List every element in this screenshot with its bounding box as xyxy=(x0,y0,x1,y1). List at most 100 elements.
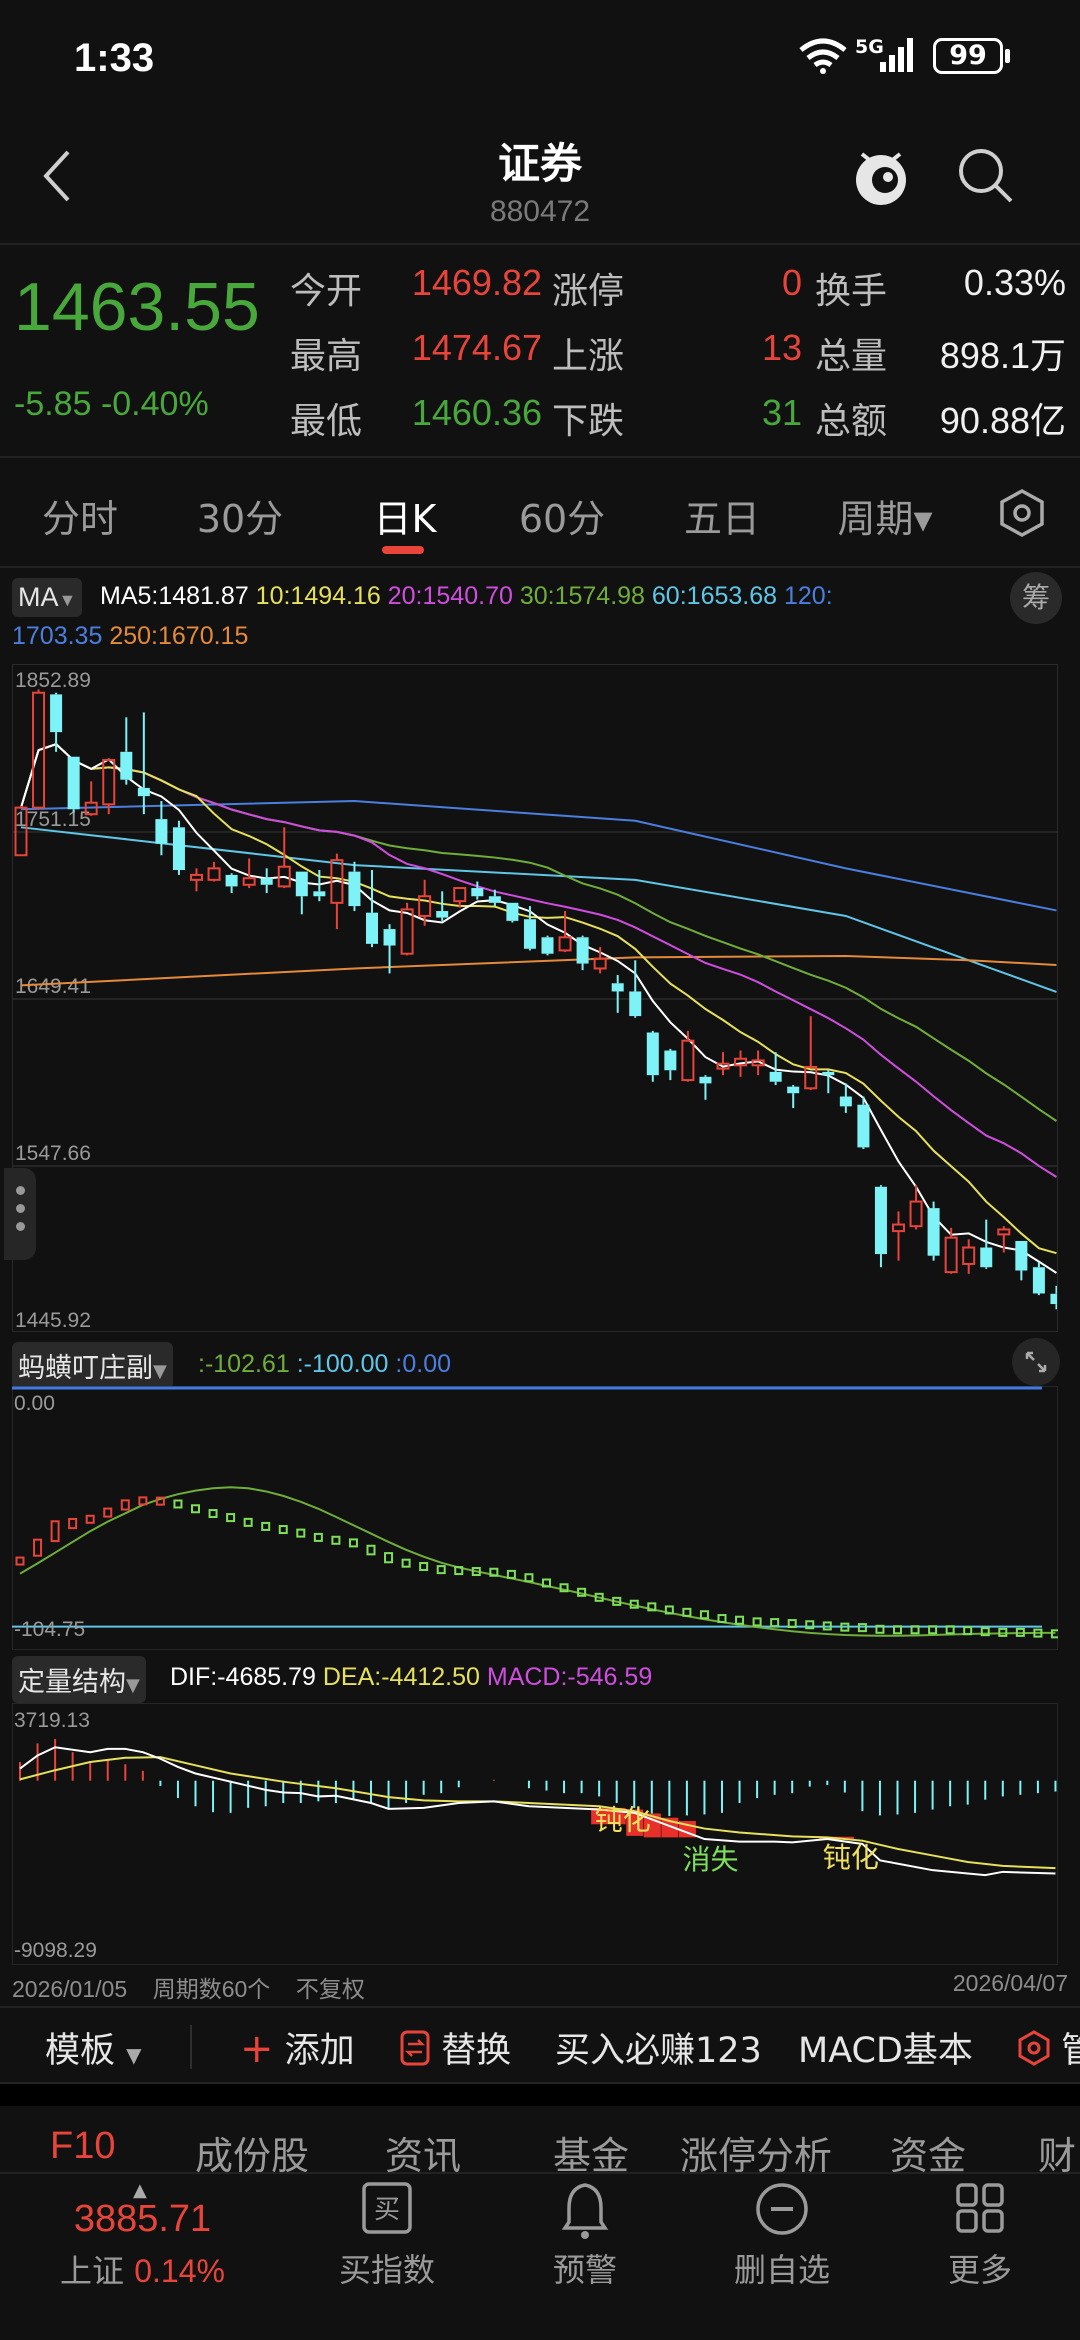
change-value: -5.85 xyxy=(14,385,92,423)
mascot-icon[interactable] xyxy=(848,140,914,210)
battery-indicator: 99 xyxy=(933,38,1003,74)
indicator-box xyxy=(278,1525,288,1535)
grid-icon[interactable] xyxy=(955,2182,1005,2234)
tab-30min[interactable]: 30分 xyxy=(197,488,283,543)
nav-more[interactable]: 更多 xyxy=(948,2245,1012,2291)
quote-label: 今开 xyxy=(290,271,363,312)
indicator-box xyxy=(120,1499,130,1511)
ma30-value: 30:1574.98 xyxy=(519,582,645,610)
battery-level: 99 xyxy=(949,40,987,71)
indicator-shortcut-1[interactable]: 买入必赚123 xyxy=(555,2022,762,2073)
side-drawer-handle[interactable] xyxy=(4,1168,36,1260)
search-icon[interactable] xyxy=(955,145,1015,205)
index-percent: 0.14% xyxy=(134,2253,225,2289)
candle-body xyxy=(558,936,572,952)
adjust-mode[interactable]: 不复权 xyxy=(296,1976,365,2002)
quote-value: 90.88亿 xyxy=(939,400,1066,441)
tab-fenshi[interactable]: 分时 xyxy=(42,488,118,543)
candle-body xyxy=(1032,1267,1045,1294)
candle-body xyxy=(874,1186,887,1255)
template-dropdown[interactable]: 模板 ▼ xyxy=(45,2022,142,2073)
tab-period-dropdown[interactable]: 周期▾ xyxy=(837,488,932,543)
buy-icon[interactable]: 买 xyxy=(362,2182,412,2234)
tab-5day[interactable]: 五日 xyxy=(684,488,760,543)
template-label: 模板 xyxy=(45,2031,116,2071)
candle-body xyxy=(822,1071,835,1076)
dropdown-arrow-icon: ▼ xyxy=(153,1361,167,1382)
quote-label: 最高 xyxy=(290,336,363,377)
indicator-selector-sub1[interactable]: 蚂蟥叮庄副▼ xyxy=(12,1342,173,1389)
tab-daily-k[interactable]: 日K xyxy=(374,488,437,543)
replace-indicator-button[interactable]: 替换 xyxy=(400,2022,511,2073)
y-tick-label: 1649.41 xyxy=(15,975,91,998)
breadth-count: 31 xyxy=(761,392,802,433)
candle-body xyxy=(646,1032,659,1076)
indicator-box xyxy=(384,1552,394,1564)
indicator-box xyxy=(208,1509,218,1519)
wifi-icon xyxy=(799,38,847,74)
chart-settings-icon[interactable] xyxy=(997,488,1047,538)
tab-f10[interactable]: F10 xyxy=(50,2125,115,2168)
macd-chart[interactable]: 3719.13-9098.29钝化消失 钝化 xyxy=(12,1703,1058,1965)
sub1-value-3: :0.00 xyxy=(395,1350,452,1378)
manage-label: 管 xyxy=(1061,2031,1080,2071)
sub1-value-2: :-100.00 xyxy=(296,1350,389,1378)
y-tick-label: -104.75 xyxy=(14,1618,85,1641)
manage-button[interactable]: 管 xyxy=(1018,2022,1080,2073)
candle-body xyxy=(892,1223,905,1233)
candle-body xyxy=(927,1208,940,1256)
candle-body xyxy=(242,877,256,886)
quote-label: 下跌 xyxy=(552,401,625,442)
indicator-selector-sub2[interactable]: 定量结构▼ xyxy=(12,1656,146,1703)
chart-annotation: 钝化 xyxy=(595,1803,651,1836)
tab-60min[interactable]: 60分 xyxy=(519,488,605,543)
candlestick-chart[interactable]: 1852.891751.151649.411547.661445.92 xyxy=(12,664,1058,1332)
candle-body xyxy=(523,919,536,949)
indicator-box xyxy=(173,1499,183,1509)
candle-body xyxy=(190,873,203,881)
plus-icon: + xyxy=(240,2026,274,2072)
candle-body xyxy=(576,937,589,964)
indicator-box xyxy=(313,1532,323,1542)
nav-alert[interactable]: 预警 xyxy=(553,2245,617,2291)
candle-body xyxy=(50,694,63,733)
sub1-indicator-chart[interactable]: 0.00 -104.75 xyxy=(12,1386,1058,1650)
candle-body xyxy=(172,827,185,870)
indicator-box xyxy=(752,1617,762,1627)
y-tick-label: 1547.66 xyxy=(15,1142,91,1165)
candle-body xyxy=(629,991,642,1017)
bell-icon[interactable] xyxy=(561,2182,609,2240)
candle-body xyxy=(1015,1240,1028,1271)
indicator-box xyxy=(348,1538,358,1548)
index-name: 上证 xyxy=(60,2252,125,2290)
indicator-box xyxy=(524,1573,534,1583)
nav-buy-index[interactable]: 买指数 xyxy=(339,2245,435,2291)
indicator-shortcut-2[interactable]: MACD基本 xyxy=(798,2022,973,2073)
chip-distribution-button[interactable]: 筹 xyxy=(1010,572,1062,624)
indicator-box xyxy=(15,1556,25,1566)
expand-icon[interactable] xyxy=(1012,1338,1060,1386)
nav-remove-watchlist[interactable]: 删自选 xyxy=(734,2245,830,2291)
quote-label: 最低 xyxy=(290,401,363,442)
quote-value: 898.1万 xyxy=(939,335,1066,376)
indicator-selector-ma[interactable]: MA▼ xyxy=(12,578,83,617)
add-indicator-button[interactable]: + 添加 xyxy=(240,2022,355,2073)
dea-line xyxy=(19,1756,1056,1870)
y-tick-label: 1852.89 xyxy=(15,669,91,692)
dropdown-arrow-icon: ▼ xyxy=(126,2043,142,2067)
index-value: 3885.71 xyxy=(73,2198,212,2240)
candle-body xyxy=(471,888,484,897)
candle-body xyxy=(225,874,238,887)
candle-body xyxy=(207,867,221,881)
last-price: 1463.55 xyxy=(14,269,260,345)
minus-circle-icon[interactable] xyxy=(755,2182,809,2236)
candle-body xyxy=(980,1247,993,1268)
candle-body xyxy=(383,929,396,946)
candle-body xyxy=(348,871,361,907)
candle-body xyxy=(295,871,308,897)
active-tab-indicator xyxy=(382,546,424,554)
candle-body xyxy=(787,1086,800,1094)
ma60-value: 60:1653.68 xyxy=(651,582,778,610)
candle-body xyxy=(1050,1293,1057,1305)
indicator-box xyxy=(296,1528,306,1538)
